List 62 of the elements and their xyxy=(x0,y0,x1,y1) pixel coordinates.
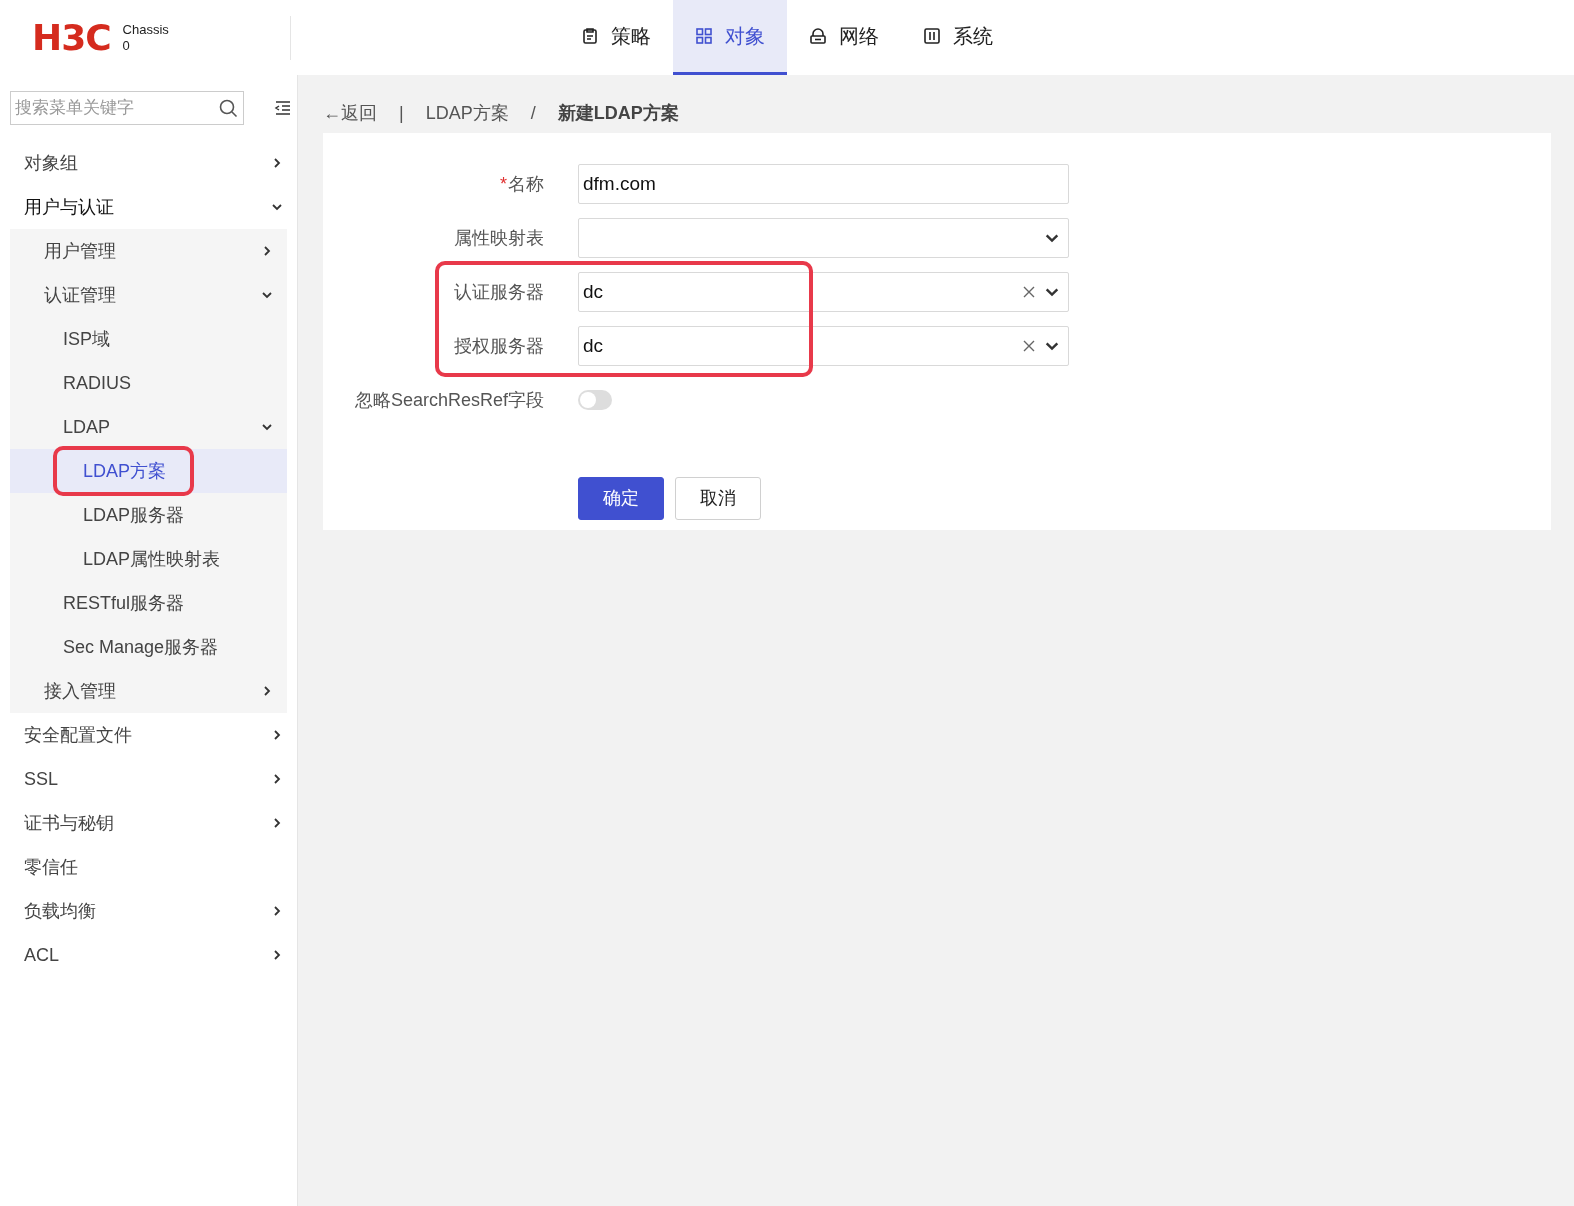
menu-item[interactable]: ISP域 xyxy=(10,317,287,361)
menu-item[interactable]: LDAP xyxy=(10,405,287,449)
field-label: 认证服务器 xyxy=(454,280,544,304)
nav-tab[interactable]: 对象 xyxy=(673,0,787,75)
field-label: 授权服务器 xyxy=(454,334,544,358)
menu-item[interactable]: ACL xyxy=(0,933,297,977)
chevron-right-icon xyxy=(261,685,273,697)
search-icon xyxy=(218,98,238,118)
nav-tab[interactable]: 系统 xyxy=(901,0,1015,75)
breadcrumb-current: 新建LDAP方案 xyxy=(557,101,679,125)
breadcrumb-link[interactable]: LDAP方案 xyxy=(425,99,509,127)
menu-item[interactable]: 安全配置文件 xyxy=(0,713,297,757)
chevron-down-icon xyxy=(261,289,273,301)
field-label: 属性映射表 xyxy=(454,226,544,250)
panel-icon xyxy=(923,27,941,45)
menu-item[interactable]: 认证管理 xyxy=(10,273,287,317)
confirm-button[interactable]: 确定 xyxy=(578,477,664,520)
menu-item[interactable]: RESTful服务器 xyxy=(10,581,287,625)
nav-tab[interactable]: 策略 xyxy=(559,0,673,75)
menu-item[interactable]: 证书与秘钥 xyxy=(0,801,297,845)
field-label: 名称 xyxy=(508,172,544,196)
lock-tray-icon xyxy=(809,27,827,45)
menu-item[interactable]: LDAP属性映射表 xyxy=(10,537,287,581)
chevron-right-icon xyxy=(271,817,283,829)
device-name: Chassis xyxy=(122,21,169,38)
device-slot: 0 xyxy=(122,37,169,54)
chevron-right-icon xyxy=(261,245,273,257)
collapse-menu-icon xyxy=(274,100,292,116)
search-field[interactable]: 搜索菜单关键字 xyxy=(10,91,244,125)
nav-tab[interactable]: 网络 xyxy=(787,0,901,75)
clipboard-icon xyxy=(581,27,599,45)
grid-icon xyxy=(695,27,713,45)
breadcrumb-separator: | xyxy=(399,101,404,125)
menu-item[interactable]: Sec Manage服务器 xyxy=(10,625,287,669)
select-field[interactable]: dc xyxy=(578,326,1069,366)
chevron-right-icon xyxy=(271,773,283,785)
menu-item[interactable]: 用户管理 xyxy=(10,229,287,273)
menu-item[interactable]: LDAP服务器 xyxy=(10,493,287,537)
toggle-switch[interactable] xyxy=(578,390,612,410)
menu-item[interactable]: 零信任 xyxy=(0,845,297,889)
cancel-button[interactable]: 取消 xyxy=(675,477,761,520)
chevron-right-icon xyxy=(271,949,283,961)
menu-item[interactable]: RADIUS xyxy=(10,361,287,405)
menu-item[interactable]: 对象组 xyxy=(0,141,297,185)
select-field[interactable]: dc xyxy=(578,272,1069,312)
chevron-down-icon xyxy=(261,421,273,433)
chevron-right-icon xyxy=(271,157,283,169)
required-mark: * xyxy=(500,172,507,196)
back-link[interactable]: ←返回 xyxy=(323,99,377,127)
menu-item[interactable]: 用户与认证 xyxy=(0,185,297,229)
menu-item[interactable]: 接入管理 xyxy=(10,669,287,713)
select-field[interactable] xyxy=(578,218,1069,258)
menu-item[interactable]: SSL xyxy=(0,757,297,801)
chevron-right-icon xyxy=(271,729,283,741)
menu-item[interactable]: 负载均衡 xyxy=(0,889,297,933)
chevron-right-icon xyxy=(271,905,283,917)
menu-item[interactable]: LDAP方案 xyxy=(10,449,287,493)
chevron-down-icon xyxy=(271,201,283,213)
text-input[interactable]: dfm.com xyxy=(578,164,1069,204)
breadcrumb-divider: / xyxy=(530,101,536,125)
field-label: 忽略SearchResRef字段 xyxy=(354,388,544,412)
logo: H3C xyxy=(32,19,111,56)
